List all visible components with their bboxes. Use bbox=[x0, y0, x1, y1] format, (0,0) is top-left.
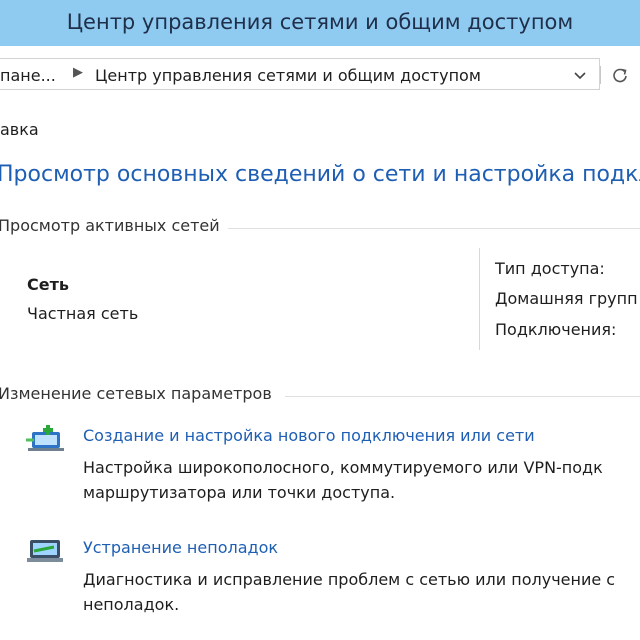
address-bar: пане... ▶ Центр управления сетями и общи… bbox=[0, 55, 640, 95]
section-divider-active bbox=[200, 228, 640, 229]
network-new-connection-icon bbox=[26, 425, 64, 451]
address-divider bbox=[600, 66, 601, 84]
section-title-change-settings: Изменение сетевых параметров bbox=[0, 384, 280, 403]
task-desc-new-connection-line1: Настройка широкополосного, коммутируемог… bbox=[83, 458, 603, 477]
window-title: Центр управления сетями и общим доступом bbox=[66, 10, 574, 34]
connections-label: Подключения: bbox=[495, 320, 617, 339]
menu-help[interactable]: авка bbox=[0, 120, 39, 139]
section-divider-change bbox=[285, 396, 640, 397]
address-dropdown-icon[interactable] bbox=[571, 66, 589, 84]
section-title-active-networks: Просмотр активных сетей bbox=[0, 216, 228, 235]
refresh-icon[interactable] bbox=[611, 66, 629, 84]
network-troubleshoot-icon bbox=[27, 540, 63, 562]
address-field[interactable]: пане... ▶ Центр управления сетями и общи… bbox=[0, 58, 600, 90]
page-heading: Просмотр основных сведений о сети и наст… bbox=[0, 162, 640, 187]
access-type-label: Тип доступа: bbox=[495, 259, 605, 278]
network-info-divider bbox=[479, 248, 480, 350]
task-link-new-connection[interactable]: Создание и настройка нового подключения … bbox=[83, 426, 535, 445]
network-category-link[interactable]: Частная сеть bbox=[27, 304, 138, 323]
task-desc-new-connection-line2: маршрутизатора или точки доступа. bbox=[83, 483, 396, 502]
homegroup-label: Домашняя групп bbox=[495, 289, 638, 308]
network-name: Сеть bbox=[27, 275, 69, 294]
window-title-bar[interactable]: Центр управления сетями и общим доступом bbox=[0, 0, 640, 46]
task-desc-troubleshoot-line1: Диагностика и исправление проблем с сеть… bbox=[83, 570, 616, 589]
breadcrumb-current[interactable]: Центр управления сетями и общим доступом bbox=[95, 66, 481, 85]
breadcrumb-separator-icon[interactable]: ▶ bbox=[73, 65, 83, 80]
task-desc-troubleshoot-line2: неполадок. bbox=[83, 595, 180, 614]
task-link-troubleshoot[interactable]: Устранение неполадок bbox=[83, 538, 278, 557]
breadcrumb-parent[interactable]: пане... bbox=[0, 66, 56, 85]
menu-bar: авка bbox=[0, 114, 640, 144]
